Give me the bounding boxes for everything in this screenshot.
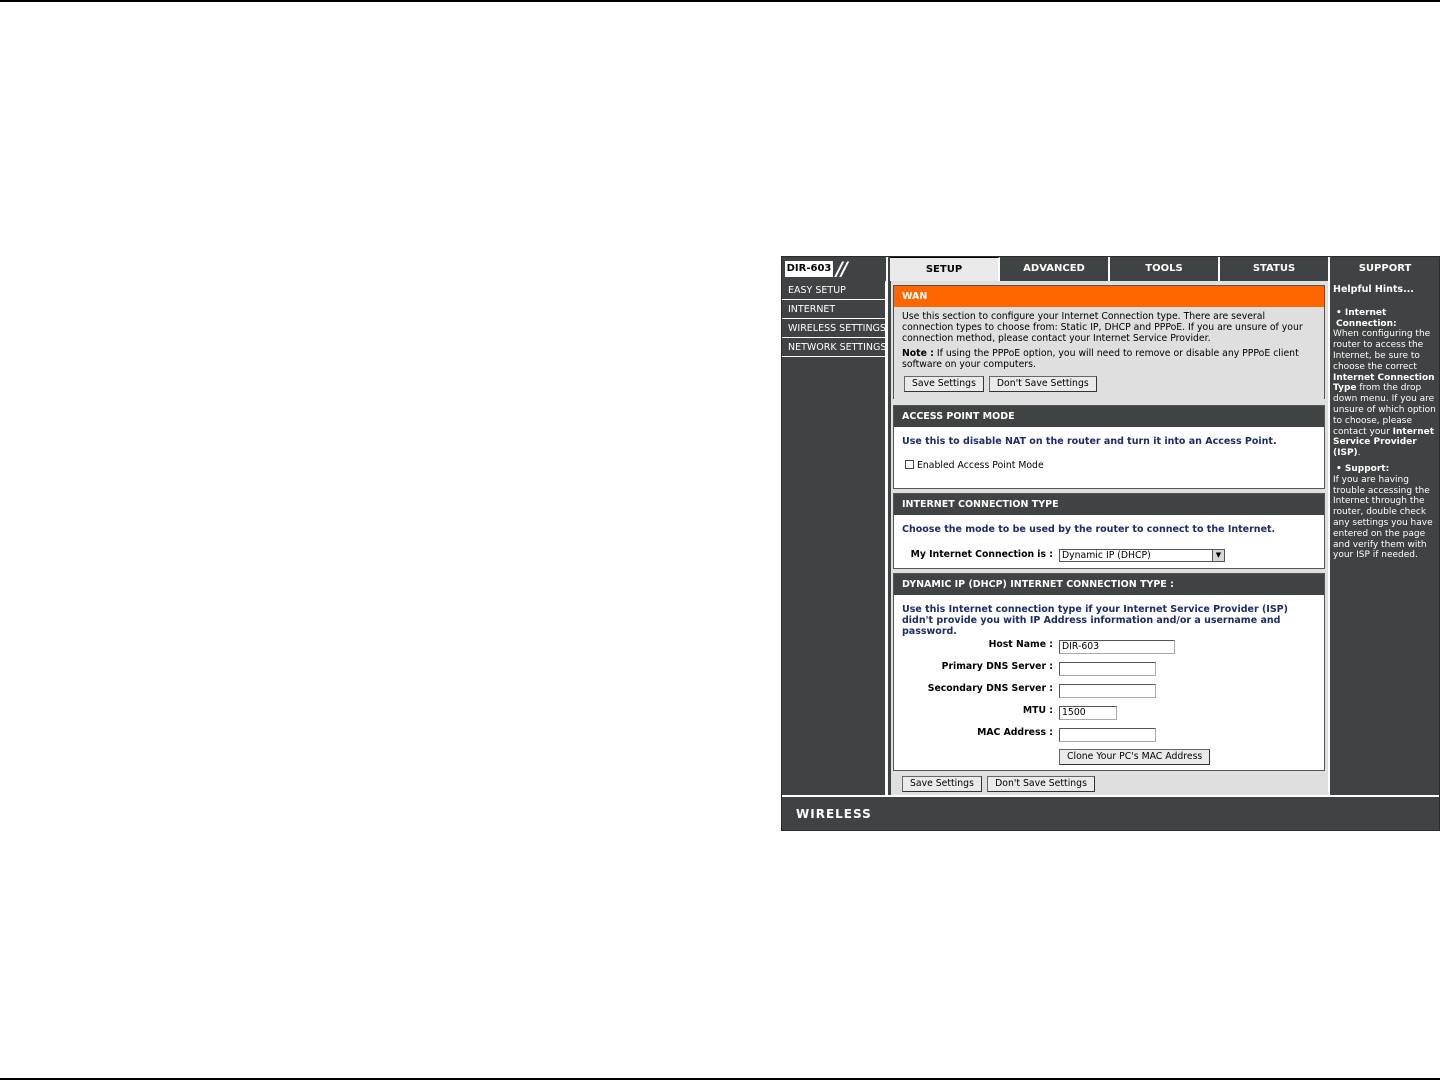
sidebar: EASY SETUP INTERNET WIRELESS SETTINGS NE…: [782, 281, 888, 795]
mac-address-input[interactable]: [1059, 728, 1156, 742]
hint-internet-connection: • Internet Connection: When configuring …: [1333, 308, 1437, 459]
bullet-icon: •: [1336, 463, 1342, 474]
sidebar-item-internet[interactable]: INTERNET: [782, 300, 885, 319]
hint1-text-c: .: [1357, 448, 1361, 459]
dont-save-settings-button-bottom[interactable]: Don't Save Settings: [987, 776, 1095, 792]
main-content: WAN Use this section to configure your I…: [891, 281, 1328, 795]
enable-ap-mode-checkbox[interactable]: [905, 460, 914, 469]
access-point-mode-title: ACCESS POINT MODE: [894, 406, 1324, 427]
hints-title: Helpful Hints...: [1333, 284, 1414, 295]
sidebar-item-easy-setup[interactable]: EASY SETUP: [782, 281, 885, 300]
top-rule: [0, 0, 1440, 2]
dropdown-arrow-icon: ▼: [1212, 550, 1224, 561]
hint1-text-a: When configuring the router to access th…: [1333, 329, 1431, 372]
connection-type-selected: Dynamic IP (DHCP): [1062, 550, 1151, 561]
top-nav-tabs: SETUP ADVANCED TOOLS STATUS SUPPORT: [890, 257, 1439, 281]
host-name-label: Host Name :: [988, 639, 1053, 650]
primary-dns-label: Primary DNS Server :: [941, 661, 1053, 672]
bottom-actions: Save Settings Don't Save Settings: [902, 776, 1095, 792]
wan-note-label: Note :: [902, 348, 934, 359]
save-settings-button-bottom[interactable]: Save Settings: [902, 776, 982, 792]
hint1-title: Internet Connection:: [1336, 307, 1397, 329]
device-logo: DIR-603 //: [782, 257, 888, 281]
hint2-title: Support:: [1344, 463, 1390, 474]
hint-support: • Support: If you are having trouble acc…: [1333, 464, 1437, 561]
logo-slashes: //: [836, 258, 848, 280]
footer: WIRELESS: [782, 795, 1439, 830]
enable-ap-mode-label: Enabled Access Point Mode: [917, 460, 1044, 471]
wan-description: Use this section to configure your Inter…: [902, 311, 1303, 344]
mtu-label: MTU :: [1022, 705, 1053, 716]
save-settings-button-top[interactable]: Save Settings: [904, 376, 984, 392]
sidebar-item-network-settings[interactable]: NETWORK SETTINGS: [782, 338, 886, 357]
dont-save-settings-button-top[interactable]: Don't Save Settings: [988, 376, 1097, 392]
model-label: DIR-603: [785, 261, 833, 277]
bottom-rule: [0, 1078, 1440, 1080]
sidebar-item-wireless-settings[interactable]: WIRELESS SETTINGS: [782, 319, 886, 338]
tab-tools[interactable]: TOOLS: [1110, 257, 1220, 281]
footer-brand: WIRELESS: [796, 807, 872, 821]
connection-type-label: My Internet Connection is :: [910, 549, 1053, 560]
router-admin-window: DIR-603 // SETUP ADVANCED TOOLS STATUS S…: [781, 256, 1440, 831]
tab-advanced[interactable]: ADVANCED: [1000, 257, 1110, 281]
wan-title: WAN: [894, 286, 1324, 307]
dhcp-title: DYNAMIC IP (DHCP) INTERNET CONNECTION TY…: [894, 574, 1324, 595]
internet-connection-type-panel: INTERNET CONNECTION TYPE Choose the mode…: [893, 493, 1325, 569]
wan-note: Note : If using the PPPoE option, you wi…: [902, 348, 1316, 370]
internet-connection-type-description: Choose the mode to be used by the router…: [902, 524, 1276, 535]
access-point-mode-description: Use this to disable NAT on the router an…: [902, 436, 1277, 447]
tab-support[interactable]: SUPPORT: [1330, 257, 1439, 281]
tab-status[interactable]: STATUS: [1220, 257, 1330, 281]
access-point-mode-row: Enabled Access Point Mode: [905, 460, 1316, 471]
bullet-icon: •: [1336, 307, 1342, 318]
secondary-dns-label: Secondary DNS Server :: [927, 683, 1053, 694]
wan-panel: WAN Use this section to configure your I…: [893, 285, 1325, 399]
mac-address-label: MAC Address :: [977, 727, 1053, 738]
connection-type-select[interactable]: Dynamic IP (DHCP) ▼: [1059, 549, 1225, 562]
secondary-dns-input[interactable]: [1059, 684, 1156, 698]
mtu-input[interactable]: 1500: [1059, 706, 1117, 720]
helpful-hints: Helpful Hints... • Internet Connection: …: [1328, 281, 1439, 795]
access-point-mode-panel: ACCESS POINT MODE Use this to disable NA…: [893, 405, 1325, 489]
clone-mac-button[interactable]: Clone Your PC's MAC Address: [1059, 749, 1211, 765]
tab-setup[interactable]: SETUP: [890, 257, 1000, 281]
host-name-input[interactable]: DIR-603: [1059, 640, 1175, 654]
primary-dns-input[interactable]: [1059, 662, 1156, 676]
wan-note-text: If using the PPPoE option, you will need…: [902, 348, 1299, 370]
hint2-text: If you are having trouble accessing the …: [1333, 474, 1433, 561]
dhcp-panel: DYNAMIC IP (DHCP) INTERNET CONNECTION TY…: [893, 573, 1325, 771]
dhcp-description: Use this Internet connection type if you…: [902, 604, 1288, 637]
internet-connection-type-title: INTERNET CONNECTION TYPE: [894, 494, 1324, 515]
